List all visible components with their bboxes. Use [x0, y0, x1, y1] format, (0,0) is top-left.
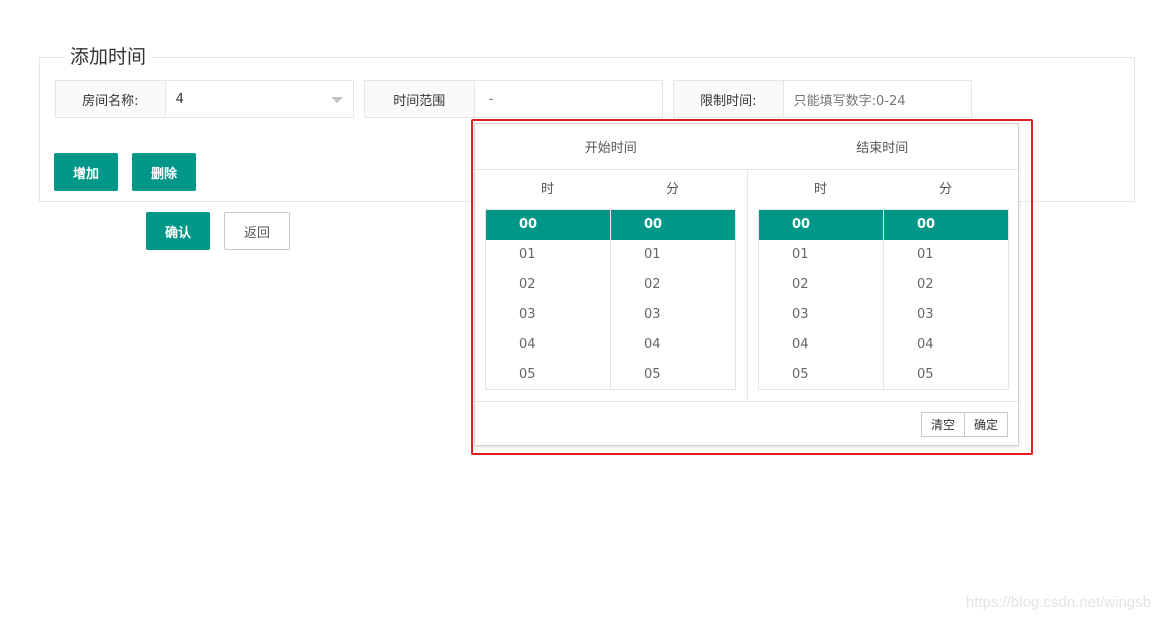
- time-option[interactable]: 03: [759, 300, 883, 330]
- time-option[interactable]: 01: [884, 240, 1008, 270]
- time-option[interactable]: 00: [611, 210, 735, 240]
- time-option[interactable]: 00: [884, 210, 1008, 240]
- end-hour-list[interactable]: 00 01 02 03 04 05: [758, 209, 884, 390]
- chevron-down-icon[interactable]: [331, 97, 343, 103]
- start-hour-list[interactable]: 00 01 02 03 04 05: [485, 209, 611, 390]
- time-option[interactable]: 04: [759, 330, 883, 360]
- time-range-label: 时间范围: [365, 81, 475, 117]
- limit-time-input[interactable]: 只能填写数字:0-24: [784, 81, 971, 117]
- time-option[interactable]: 01: [759, 240, 883, 270]
- start-time-title: 开始时间: [584, 141, 637, 156]
- time-option[interactable]: 02: [759, 270, 883, 300]
- start-minute-header: 分: [665, 182, 679, 197]
- picker-footer-buttons: 清空 确定: [920, 412, 1008, 437]
- time-range-field[interactable]: 时间范围 -: [364, 80, 663, 118]
- start-hour-header: 时: [540, 182, 554, 197]
- time-option[interactable]: 02: [486, 270, 610, 300]
- room-name-value: 4: [175, 91, 184, 107]
- time-option[interactable]: 05: [611, 360, 735, 389]
- time-option[interactable]: 05: [884, 360, 1008, 389]
- clear-button[interactable]: 清空: [920, 412, 965, 437]
- time-option[interactable]: 04: [611, 330, 735, 360]
- time-option[interactable]: 02: [884, 270, 1008, 300]
- time-option[interactable]: 01: [611, 240, 735, 270]
- time-option[interactable]: 04: [486, 330, 610, 360]
- time-option[interactable]: 04: [884, 330, 1008, 360]
- room-name-select[interactable]: 4: [166, 81, 353, 117]
- time-option[interactable]: 01: [486, 240, 610, 270]
- confirm-button[interactable]: 确认: [146, 212, 210, 250]
- time-option[interactable]: 03: [611, 300, 735, 330]
- time-option[interactable]: 03: [486, 300, 610, 330]
- time-range-picker: 开始时间 结束时间 时 分 时 分 00 01 02 03 04 05 00 01 02 03 0…: [474, 123, 1019, 446]
- time-option[interactable]: 03: [884, 300, 1008, 330]
- limit-time-field[interactable]: 限制时间: 只能填写数字:0-24: [673, 80, 972, 118]
- room-name-field[interactable]: 房间名称: 4: [55, 80, 354, 118]
- end-hour-header: 时: [813, 182, 827, 197]
- time-option[interactable]: 00: [759, 210, 883, 240]
- time-option[interactable]: 02: [611, 270, 735, 300]
- limit-time-label: 限制时间:: [674, 81, 784, 117]
- end-minute-list[interactable]: 00 01 02 03 04 05: [883, 209, 1009, 390]
- ok-button[interactable]: 确定: [964, 412, 1008, 437]
- room-name-label: 房间名称:: [56, 81, 166, 117]
- end-time-title: 结束时间: [856, 141, 909, 156]
- add-button[interactable]: 增加: [54, 153, 118, 191]
- delete-button[interactable]: 删除: [132, 153, 196, 191]
- time-option[interactable]: 05: [486, 360, 610, 389]
- fieldset-legend: 添加时间: [64, 44, 153, 70]
- watermark: https://blog.csdn.net/wingsb: [965, 594, 1151, 611]
- end-minute-header: 分: [938, 182, 952, 197]
- back-button[interactable]: 返回: [224, 212, 290, 250]
- picker-header: 开始时间 结束时间: [475, 124, 1018, 170]
- time-option[interactable]: 00: [486, 210, 610, 240]
- start-minute-list[interactable]: 00 01 02 03 04 05: [610, 209, 736, 390]
- time-range-input[interactable]: -: [475, 81, 662, 117]
- picker-divider: [747, 170, 748, 401]
- time-option[interactable]: 05: [759, 360, 883, 389]
